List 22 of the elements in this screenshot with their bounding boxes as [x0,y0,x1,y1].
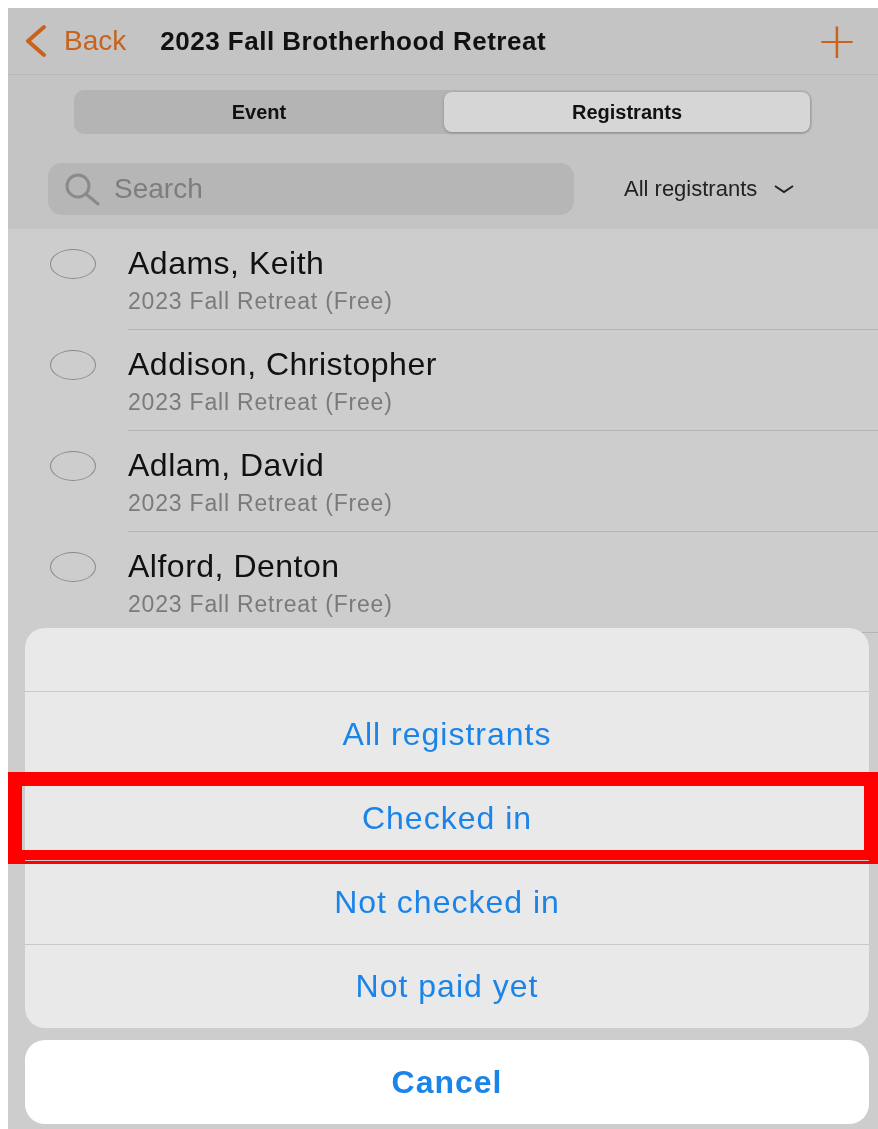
registrant-name: Adlam, David [128,447,326,484]
nav-title: 2023 Fall Brotherhood Retreat [160,25,548,57]
search-icon [64,172,102,206]
sheet-option[interactable]: Not checked in [25,860,869,944]
segment-tab[interactable]: Registrants [444,92,810,132]
back-button[interactable]: Back [22,24,127,58]
segment-tab[interactable]: Event [76,92,442,132]
registrant-name: Alford, Denton [128,548,341,585]
registrant-detail: 2023 Fall Retreat (Free) [128,288,394,315]
sheet-option[interactable]: Checked in [25,776,869,860]
search-field[interactable]: Search [48,163,574,215]
registrant-name: Addison, Christopher [128,346,438,383]
sheet-option[interactable]: All registrants [25,692,869,776]
chevron-down-icon [773,183,796,195]
registrant-name: Adams, Keith [128,245,326,282]
registrant-detail: 2023 Fall Retreat (Free) [128,389,394,416]
cancel-button[interactable]: Cancel [25,1040,869,1124]
registrant-detail: 2023 Fall Retreat (Free) [128,490,394,517]
filter-dropdown[interactable]: All registrants [624,176,796,202]
registrant-detail: 2023 Fall Retreat (Free) [128,591,394,618]
sheet-option[interactable]: Not paid yet [25,944,869,1028]
add-button[interactable]: + [816,16,858,66]
